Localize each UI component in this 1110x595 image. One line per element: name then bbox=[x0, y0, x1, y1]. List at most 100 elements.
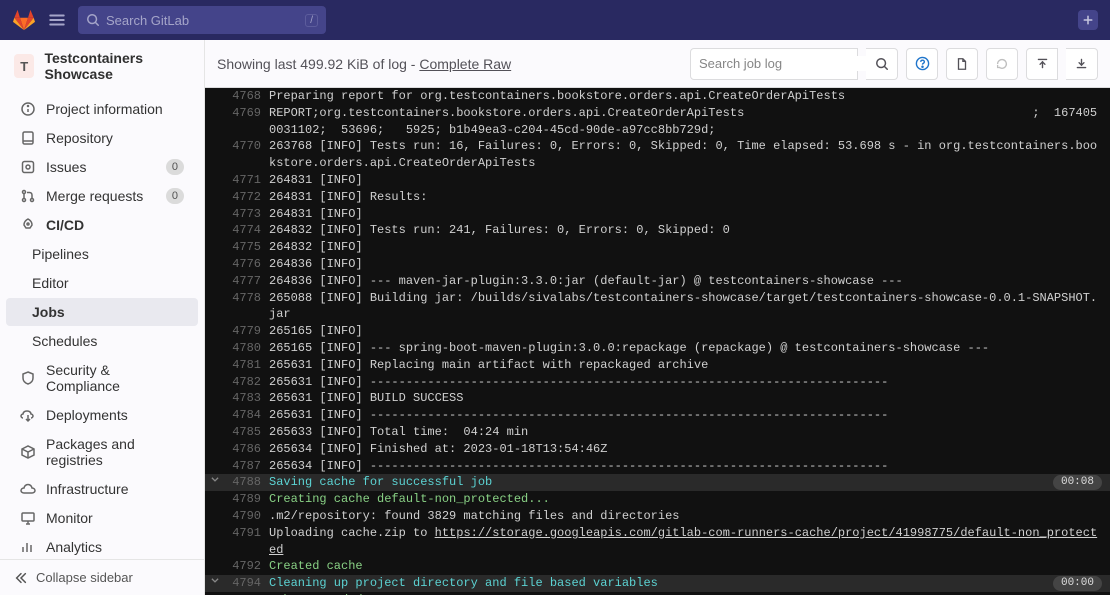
log-line: 4782265631 [INFO] ----------------------… bbox=[205, 374, 1110, 391]
chevron-left-icon bbox=[14, 571, 28, 585]
log-text: Cleaning up project directory and file b… bbox=[269, 575, 1053, 592]
hamburger-icon[interactable] bbox=[48, 11, 66, 29]
line-number[interactable]: 4778 bbox=[225, 290, 269, 307]
line-number[interactable]: 4776 bbox=[225, 256, 269, 273]
sidebar-item-label: CI/CD bbox=[46, 217, 184, 233]
sidebar-item-project-info[interactable]: Project information bbox=[6, 95, 198, 123]
line-number[interactable]: 4794 bbox=[225, 575, 269, 592]
collapse-label: Collapse sidebar bbox=[36, 570, 133, 585]
job-toolbar: Showing last 499.92 KiB of log - Complet… bbox=[205, 40, 1110, 88]
line-number[interactable]: 4772 bbox=[225, 189, 269, 206]
new-menu-button[interactable] bbox=[1078, 10, 1098, 30]
log-line: 4780265165 [INFO] --- spring-boot-maven-… bbox=[205, 340, 1110, 357]
log-line: 4774264832 [INFO] Tests run: 241, Failur… bbox=[205, 222, 1110, 239]
line-number[interactable]: 4771 bbox=[225, 172, 269, 189]
sidebar-sub-editor[interactable]: Editor bbox=[6, 269, 198, 297]
line-number[interactable]: 4792 bbox=[225, 558, 269, 575]
project-header[interactable]: T Testcontainers Showcase bbox=[0, 40, 204, 94]
log-text: .m2/repository: found 3829 matching file… bbox=[269, 508, 1110, 525]
sidebar: T Testcontainers Showcase Project inform… bbox=[0, 40, 205, 595]
sidebar-sub-jobs[interactable]: Jobs bbox=[6, 298, 198, 326]
sidebar-item-packages[interactable]: Packages and registries bbox=[6, 430, 198, 474]
sidebar-item-merge-requests[interactable]: Merge requests0 bbox=[6, 182, 198, 210]
line-number[interactable]: 4790 bbox=[225, 508, 269, 525]
line-number[interactable]: 4781 bbox=[225, 357, 269, 374]
log-line: 4775264832 [INFO] bbox=[205, 239, 1110, 256]
log-line: 4777264836 [INFO] --- maven-jar-plugin:3… bbox=[205, 273, 1110, 290]
line-number[interactable]: 4779 bbox=[225, 323, 269, 340]
log-text: 265631 [INFO] --------------------------… bbox=[269, 407, 1110, 424]
line-number[interactable]: 4785 bbox=[225, 424, 269, 441]
log-line: 4769REPORT;org.testcontainers.bookstore.… bbox=[205, 105, 1110, 139]
line-number[interactable]: 4768 bbox=[225, 88, 269, 105]
log-line: 4792Created cache bbox=[205, 558, 1110, 575]
job-log-search[interactable] bbox=[690, 48, 858, 80]
line-number[interactable]: 4774 bbox=[225, 222, 269, 239]
log-line: 4781265631 [INFO] Replacing main artifac… bbox=[205, 357, 1110, 374]
line-number[interactable]: 4787 bbox=[225, 458, 269, 475]
sidebar-item-issues[interactable]: Issues0 bbox=[6, 153, 198, 181]
sidebar-item-deployments[interactable]: Deployments bbox=[6, 401, 198, 429]
log-text: 265631 [INFO] Replacing main artifact wi… bbox=[269, 357, 1110, 374]
complete-raw-link[interactable]: Complete Raw bbox=[419, 56, 511, 72]
log-text: 265631 [INFO] BUILD SUCCESS bbox=[269, 390, 1110, 407]
log-text: 265165 [INFO] --- spring-boot-maven-plug… bbox=[269, 340, 1110, 357]
log-info-text: Showing last 499.92 KiB of log - Complet… bbox=[217, 56, 511, 72]
log-text: 264831 [INFO] bbox=[269, 172, 1110, 189]
global-search[interactable]: / bbox=[78, 6, 326, 34]
sidebar-item-repository[interactable]: Repository bbox=[6, 124, 198, 152]
raw-log-button[interactable] bbox=[946, 48, 978, 80]
line-number[interactable]: 4786 bbox=[225, 441, 269, 458]
line-number[interactable]: 4775 bbox=[225, 239, 269, 256]
job-log[interactable]: 4768Preparing report for org.testcontain… bbox=[205, 88, 1110, 595]
scroll-to-bottom-button[interactable] bbox=[1066, 48, 1098, 80]
section-toggle[interactable] bbox=[205, 474, 225, 484]
sidebar-sub-pipelines[interactable]: Pipelines bbox=[6, 240, 198, 268]
log-text: 265165 [INFO] bbox=[269, 323, 1110, 340]
line-number[interactable]: 4791 bbox=[225, 525, 269, 542]
sidebar-item-label: Monitor bbox=[46, 510, 184, 526]
log-line: 4778265088 [INFO] Building jar: /builds/… bbox=[205, 290, 1110, 324]
gitlab-logo-icon[interactable] bbox=[12, 8, 36, 32]
line-number[interactable]: 4769 bbox=[225, 105, 269, 122]
line-number[interactable]: 4784 bbox=[225, 407, 269, 424]
issues-icon bbox=[20, 159, 36, 175]
line-number[interactable]: 4783 bbox=[225, 390, 269, 407]
collapse-sidebar-button[interactable]: Collapse sidebar bbox=[0, 559, 204, 595]
sidebar-sub-schedules[interactable]: Schedules bbox=[6, 327, 198, 355]
sidebar-item-label: Project information bbox=[46, 101, 184, 117]
log-text: 264832 [INFO] Tests run: 241, Failures: … bbox=[269, 222, 1110, 239]
section-timer: 00:00 bbox=[1053, 576, 1102, 591]
sidebar-item-monitor[interactable]: Monitor bbox=[6, 504, 198, 532]
log-section-header[interactable]: 4788Saving cache for successful job00:08 bbox=[205, 474, 1110, 491]
sidebar-item-label: Repository bbox=[46, 130, 184, 146]
line-number[interactable]: 4780 bbox=[225, 340, 269, 357]
rocket-icon bbox=[20, 217, 36, 233]
sidebar-item-label: Analytics bbox=[46, 539, 184, 555]
log-text: 264836 [INFO] --- maven-jar-plugin:3.3.0… bbox=[269, 273, 1110, 290]
sidebar-item-security[interactable]: Security & Compliance bbox=[6, 356, 198, 400]
log-text: 264832 [INFO] bbox=[269, 239, 1110, 256]
section-toggle[interactable] bbox=[205, 575, 225, 585]
log-text: 265634 [INFO] --------------------------… bbox=[269, 458, 1110, 475]
line-number[interactable]: 4777 bbox=[225, 273, 269, 290]
line-number[interactable]: 4770 bbox=[225, 138, 269, 155]
line-number[interactable]: 4782 bbox=[225, 374, 269, 391]
line-number[interactable]: 4789 bbox=[225, 491, 269, 508]
sidebar-item-cicd[interactable]: CI/CD bbox=[6, 211, 198, 239]
help-button[interactable] bbox=[906, 48, 938, 80]
job-log-search-button[interactable] bbox=[866, 48, 898, 80]
sidebar-item-analytics[interactable]: Analytics bbox=[6, 533, 198, 559]
project-name: Testcontainers Showcase bbox=[44, 50, 190, 82]
line-number[interactable]: 4788 bbox=[225, 474, 269, 491]
cloud-icon bbox=[20, 481, 36, 497]
sidebar-item-label: Jobs bbox=[32, 304, 184, 320]
global-search-input[interactable] bbox=[106, 13, 299, 28]
job-log-search-input[interactable] bbox=[699, 56, 875, 71]
sidebar-item-infrastructure[interactable]: Infrastructure bbox=[6, 475, 198, 503]
line-number[interactable]: 4773 bbox=[225, 206, 269, 223]
log-section-header[interactable]: 4794Cleaning up project directory and fi… bbox=[205, 575, 1110, 592]
scroll-to-top-button[interactable] bbox=[1026, 48, 1058, 80]
merge-icon bbox=[20, 188, 36, 204]
log-text: 263768 [INFO] Tests run: 16, Failures: 0… bbox=[269, 138, 1110, 172]
